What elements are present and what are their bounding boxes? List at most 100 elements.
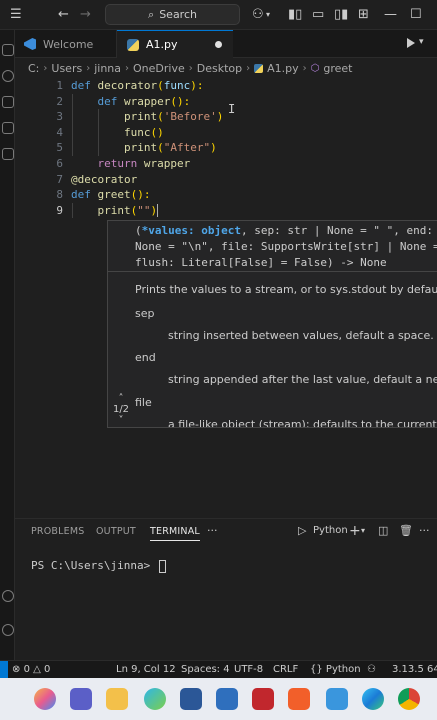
tab-label: A1.py xyxy=(146,38,178,51)
cursor-position[interactable]: Ln 9, Col 12 xyxy=(116,661,176,679)
code-line-2: def wrapper(): xyxy=(71,94,191,110)
back-arrow-icon[interactable]: ← xyxy=(58,4,69,24)
braces-icon: {} xyxy=(310,664,323,675)
menu-hamburger-icon[interactable]: ☰ xyxy=(10,4,22,24)
line-number: 5 xyxy=(56,141,63,155)
breadcrumb-item[interactable]: A1.py xyxy=(267,62,299,75)
line-number: 2 xyxy=(56,94,63,108)
tab-a1-py[interactable]: A1.py xyxy=(117,30,233,58)
line-number: 8 xyxy=(56,188,63,202)
source-control-icon[interactable] xyxy=(2,96,14,108)
unsaved-dot-icon[interactable] xyxy=(215,41,222,48)
breadcrumb-item[interactable]: OneDrive xyxy=(133,62,185,75)
copilot-app-icon[interactable] xyxy=(34,688,56,710)
trash-icon[interactable]: 🗑 xyxy=(399,522,413,540)
toggle-sidebar-icon[interactable]: ▮▯ xyxy=(288,4,302,24)
line-number: 9 xyxy=(56,203,63,217)
activity-bar xyxy=(0,30,15,660)
warning-icon: △ xyxy=(33,664,41,675)
chevron-right-icon: › xyxy=(86,62,91,74)
signature-section: (*values: object, sep: str | None = " ",… xyxy=(108,221,437,272)
tab-welcome[interactable]: Welcome xyxy=(15,30,117,58)
tab-problems[interactable]: PROBLEMS xyxy=(31,523,84,541)
settings-gear-icon[interactable] xyxy=(2,624,14,636)
breadcrumb-item[interactable]: jinna xyxy=(94,62,121,75)
toggle-secondary-sidebar-icon[interactable]: ▯▮ xyxy=(334,4,348,24)
language-mode[interactable]: {} Python xyxy=(310,661,361,679)
breadcrumb-item[interactable]: Users xyxy=(51,62,82,75)
encoding-status[interactable]: UTF-8 xyxy=(234,661,263,679)
mcafee-app-icon[interactable] xyxy=(252,688,274,710)
split-terminal-icon[interactable]: ◫ xyxy=(378,522,388,540)
breadcrumb-item[interactable]: greet xyxy=(323,62,352,75)
code-line-4: func() xyxy=(71,125,164,141)
run-debug-icon[interactable] xyxy=(2,122,14,134)
eol-status[interactable]: CRLF xyxy=(273,661,298,679)
terminal-dropdown-icon[interactable]: ▾ xyxy=(361,522,365,540)
customize-layout-icon[interactable]: ⊞ xyxy=(358,4,369,24)
chevron-up-icon[interactable]: ˄ xyxy=(108,393,134,404)
terminal-prompt[interactable]: PS C:\Users\jinna> xyxy=(31,559,166,573)
chrome-app-icon[interactable] xyxy=(398,688,420,710)
problems-status[interactable]: ⊗ 0 △ 0 xyxy=(12,661,50,679)
string-token: "After" xyxy=(163,141,211,155)
param-name: file xyxy=(135,396,152,409)
function-token: print xyxy=(97,203,131,217)
copilot-status-icon[interactable]: ⚇ xyxy=(367,661,376,679)
indentation-status[interactable]: Spaces: 4 xyxy=(181,661,230,679)
breadcrumb-item[interactable]: Desktop xyxy=(197,62,242,75)
terminal-shell-icon[interactable]: ▷ xyxy=(298,522,306,540)
chevron-down-icon[interactable]: ˅ xyxy=(108,415,134,426)
calculator-app-icon[interactable] xyxy=(216,688,238,710)
terminal-cursor xyxy=(158,559,166,573)
bracket-token: ( xyxy=(157,79,164,92)
search-view-icon[interactable] xyxy=(2,70,14,82)
copilot-icon[interactable]: ⚇ xyxy=(252,4,264,24)
param-token: func xyxy=(163,79,191,92)
line-number: 7 xyxy=(56,172,63,186)
language-label: Python xyxy=(325,664,361,675)
tab-terminal[interactable]: TERMINAL xyxy=(150,523,200,541)
more-actions-icon[interactable]: ··· xyxy=(419,522,430,540)
file-explorer-icon[interactable] xyxy=(106,688,128,710)
error-count: 0 xyxy=(23,664,30,675)
account-icon[interactable] xyxy=(2,590,14,602)
minimize-icon[interactable]: — xyxy=(384,4,397,24)
signature-help-popup[interactable]: (*values: object, sep: str | None = " ",… xyxy=(107,220,437,428)
code-line-6: return wrapper xyxy=(71,156,191,172)
title-bar: ☰ ← → ⌕ Search ⚇ ▾ ▮▯ ▭ ▯▮ ⊞ — ☐ xyxy=(0,0,437,30)
breadcrumb-item[interactable]: C: xyxy=(28,62,39,75)
function-token: func xyxy=(123,125,151,139)
explorer-icon[interactable] xyxy=(2,44,14,56)
code-line-7: @decorator xyxy=(71,172,137,188)
warning-count: 0 xyxy=(44,664,51,675)
chevron-right-icon: › xyxy=(125,62,129,74)
edge-dev-app-icon[interactable] xyxy=(144,688,166,710)
code-line-1: def decorator(func): xyxy=(71,78,203,94)
toggle-panel-icon[interactable]: ▭ xyxy=(312,4,324,24)
python-file-icon xyxy=(254,63,264,73)
tab-output[interactable]: OUTPUT xyxy=(96,523,136,541)
vscode-logo-icon xyxy=(24,38,36,50)
overload-pager: ˄ 1/2 ˅ xyxy=(108,393,134,426)
run-dropdown-icon[interactable]: ▾ xyxy=(419,37,424,47)
new-terminal-icon[interactable]: + xyxy=(349,522,361,540)
terminal-shell-label[interactable]: Python xyxy=(313,522,348,540)
param-desc: string inserted between values, default … xyxy=(168,329,434,342)
extensions-icon[interactable] xyxy=(2,148,14,160)
run-python-file-icon[interactable] xyxy=(407,38,415,48)
code-line-3: print('Before') xyxy=(71,109,223,125)
remote-indicator[interactable] xyxy=(0,661,8,679)
python-interpreter[interactable]: 3.13.5 64- xyxy=(392,661,437,679)
brave-app-icon[interactable] xyxy=(288,688,310,710)
copilot-dropdown-icon[interactable]: ▾ xyxy=(266,4,270,24)
maximize-icon[interactable]: ☐ xyxy=(410,4,422,24)
forward-arrow-icon[interactable]: → xyxy=(80,4,91,24)
word-app-icon[interactable] xyxy=(180,688,202,710)
edge-app-icon[interactable] xyxy=(362,688,384,710)
more-actions-icon[interactable]: ··· xyxy=(207,522,218,540)
snipping-tool-icon[interactable] xyxy=(326,688,348,710)
teams-app-icon[interactable] xyxy=(70,688,92,710)
line-number: 4 xyxy=(56,125,63,139)
command-center-search[interactable]: ⌕ Search xyxy=(105,4,240,25)
